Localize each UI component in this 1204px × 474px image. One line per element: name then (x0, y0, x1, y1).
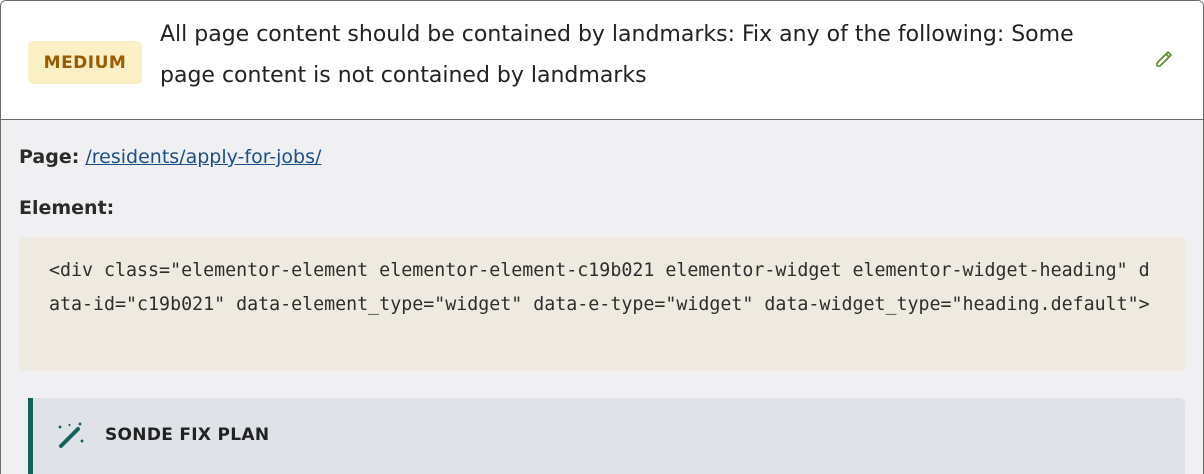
element-code-block: <div class="elementor-element elementor-… (19, 237, 1185, 371)
issue-title: All page content should be contained by … (160, 22, 1074, 88)
page-row: Page: /residents/apply-for-jobs/ (19, 146, 321, 168)
fix-plan-title: SONDE FIX PLAN (105, 425, 270, 445)
issue-header[interactable]: MEDIUM All page content should be contai… (1, 1, 1203, 120)
issue-card: MEDIUM All page content should be contai… (0, 0, 1204, 474)
fix-plan-panel[interactable]: SONDE FIX PLAN (28, 398, 1185, 474)
page-link[interactable]: /residents/apply-for-jobs/ (85, 146, 321, 168)
page-label: Page: (19, 146, 80, 168)
magic-wand-icon (53, 418, 89, 454)
element-label: Element: (19, 197, 115, 219)
severity-badge: MEDIUM (28, 41, 142, 84)
pencil-icon[interactable] (1151, 48, 1175, 72)
